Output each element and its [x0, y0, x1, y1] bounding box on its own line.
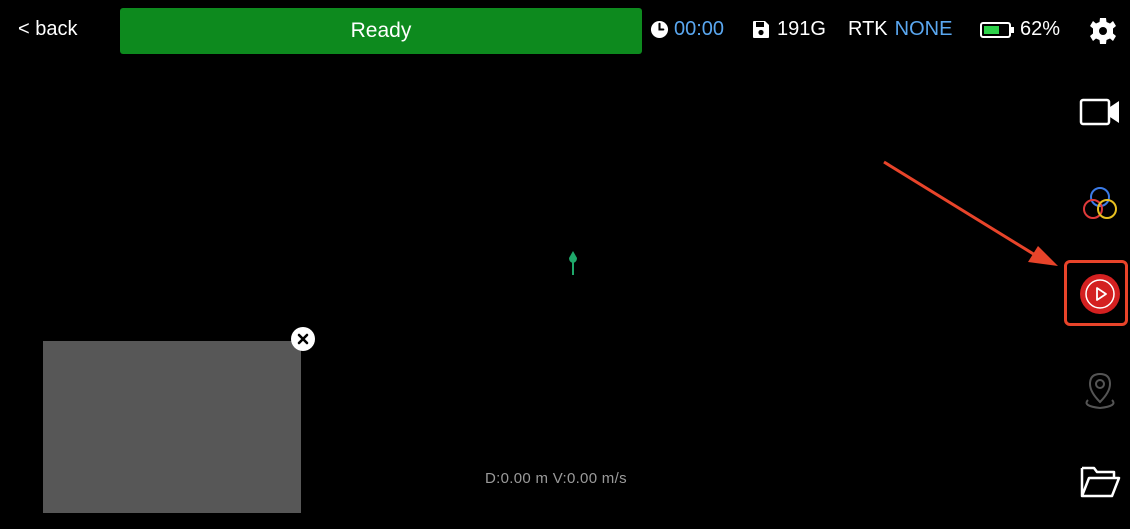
- color-circles-icon[interactable]: [1076, 180, 1124, 228]
- location-pin-icon[interactable]: [1076, 366, 1124, 414]
- rtk-value: NONE: [894, 18, 953, 40]
- gear-icon[interactable]: [1090, 17, 1116, 50]
- rtk-label: RTK: [848, 18, 888, 40]
- folder-icon[interactable]: [1076, 458, 1124, 506]
- location-marker-icon: [565, 250, 581, 281]
- timer-value: 00:00: [674, 18, 725, 40]
- annotation-arrow: [880, 158, 1060, 273]
- save-icon: [752, 20, 770, 39]
- distance-velocity-readout: D:0.00 m V:0.00 m/s: [485, 470, 627, 487]
- battery-value: 62%: [1020, 18, 1061, 40]
- timer: 00:00: [650, 18, 724, 41]
- clock-icon: [650, 20, 669, 39]
- play-icon[interactable]: [1076, 270, 1124, 318]
- status-banner: Ready: [120, 8, 642, 54]
- close-icon[interactable]: [291, 327, 315, 351]
- status-text: Ready: [350, 19, 412, 42]
- storage: 191G: [752, 18, 826, 41]
- rtk-status: RTK NONE: [848, 18, 952, 41]
- video-camera-icon[interactable]: [1076, 88, 1124, 136]
- battery-icon: [980, 21, 1016, 39]
- back-button[interactable]: < back: [18, 18, 77, 41]
- top-bar: < back Ready 00:00 191G RTK NONE 62%: [0, 0, 1130, 64]
- storage-value: 191G: [777, 18, 826, 40]
- battery: 62%: [980, 18, 1060, 41]
- pip-preview[interactable]: [43, 341, 301, 513]
